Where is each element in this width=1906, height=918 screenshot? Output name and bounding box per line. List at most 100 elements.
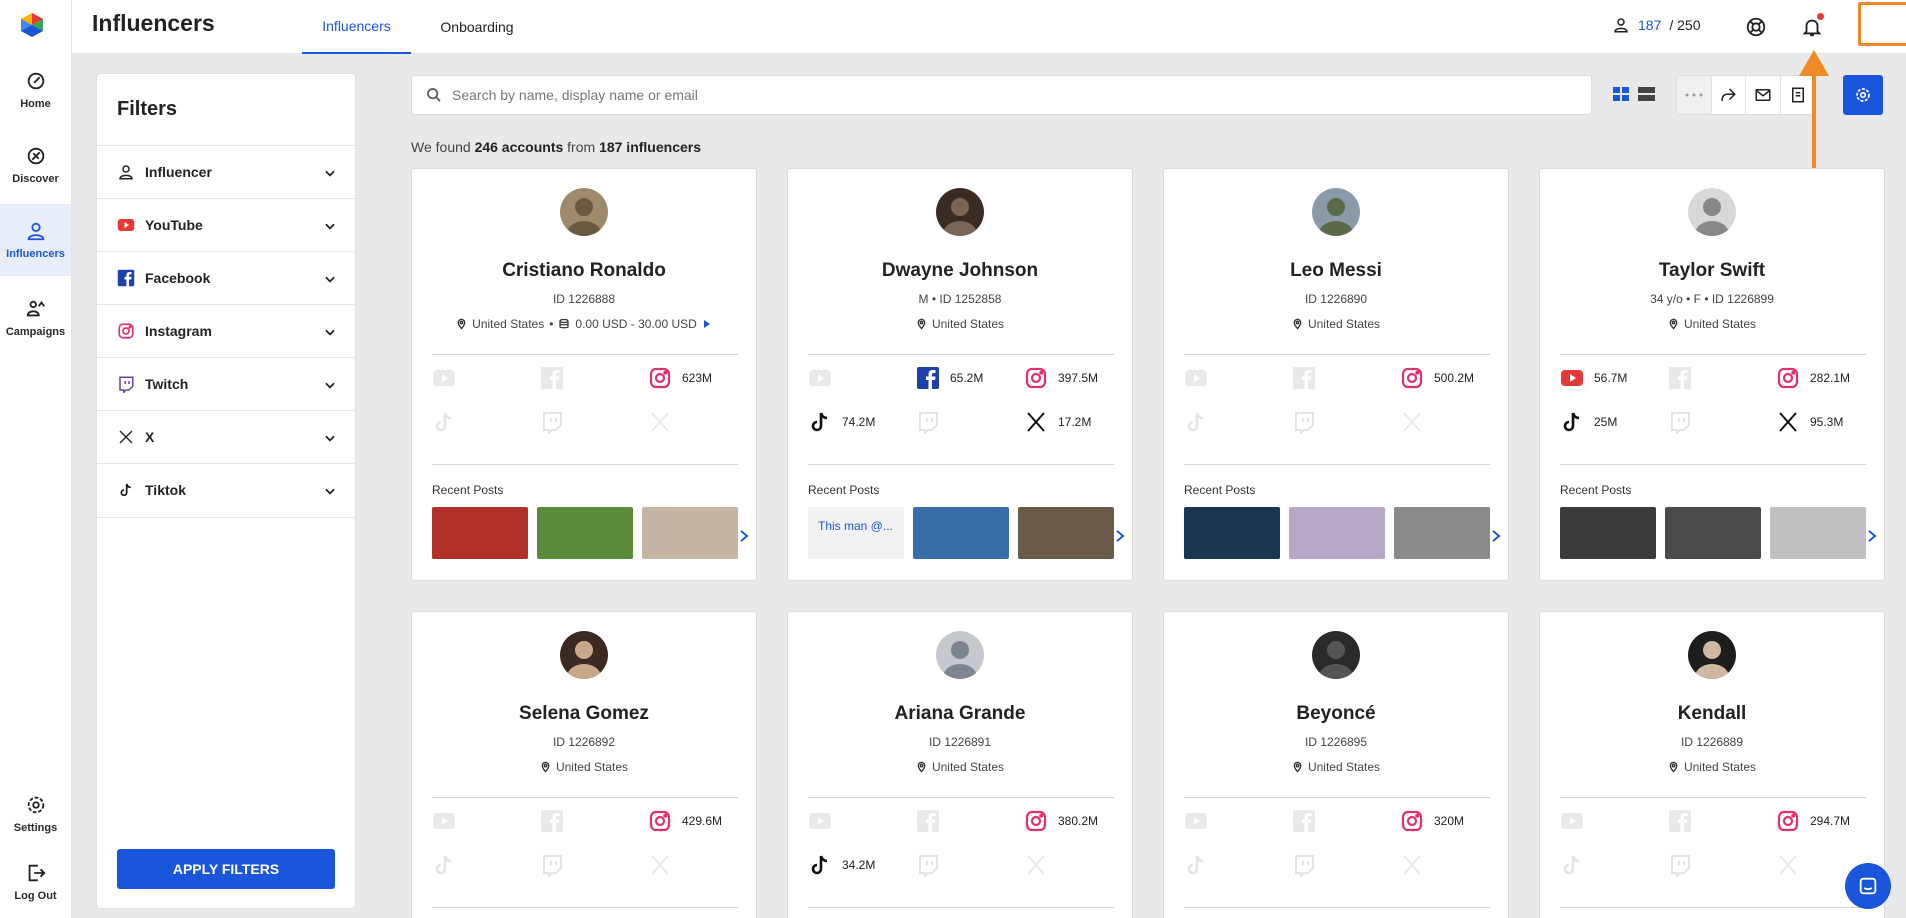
stat-tiktok[interactable]: 25M [1560,410,1617,434]
chat-button[interactable] [1845,863,1891,909]
x-icon [1779,412,1797,432]
filter-instagram[interactable]: Instagram [97,304,355,357]
more-button[interactable] [1677,76,1712,114]
stat-x [1400,853,1424,877]
post-thumbnail[interactable] [537,507,633,559]
nav-campaigns-label: Campaigns [5,326,66,338]
post-thumbnail[interactable] [913,507,1009,559]
post-thumbnail[interactable] [1394,507,1490,559]
filter-influencer[interactable]: Influencer [97,145,355,198]
app-logo[interactable] [19,12,45,38]
influencer-card[interactable]: Taylor Swift 34 y/o • F • ID 1226899 Uni… [1539,168,1885,581]
stat-tiktok [1560,853,1584,877]
stat-x[interactable]: 95.3M [1776,410,1843,434]
influencer-card[interactable]: Ariana Grande ID 1226891 United States 3… [787,611,1133,918]
stat-tiktok [432,410,456,434]
post-thumbnail[interactable] [642,507,738,559]
twitch-icon [543,412,562,434]
influencer-card[interactable]: Leo Messi ID 1226890 United States 500.2… [1163,168,1509,581]
stat-instagram[interactable]: 320M [1400,809,1464,833]
stat-facebook[interactable]: 65.2M [916,366,983,390]
stat-instagram[interactable]: 380.2M [1024,809,1098,833]
twitch-icon [543,855,562,877]
nav-settings[interactable]: Settings [0,778,71,850]
caret-right-icon[interactable] [702,319,712,329]
nav-discover[interactable]: Discover [0,129,71,201]
filter-label: YouTube [145,217,203,233]
share-icon [1721,88,1737,102]
filter-tiktok[interactable]: Tiktok [97,463,355,516]
post-thumbnail[interactable] [1184,507,1280,559]
filter-youtube[interactable]: YouTube [97,198,355,251]
post-thumbnail[interactable] [1018,507,1114,559]
influencer-card[interactable]: Dwayne Johnson M • ID 1252858 United Sta… [787,168,1133,581]
avatar [560,188,608,236]
stat-youtube-value: 56.7M [1594,371,1628,385]
stat-instagram-value: 397.5M [1058,371,1099,385]
nav-influencers[interactable]: Influencers [0,204,71,276]
tab-onboarding[interactable]: Onboarding [422,0,532,54]
recent-posts [432,507,738,559]
mail-icon [1755,89,1771,101]
nav-influencers-label: Influencers [6,248,65,260]
stat-x[interactable]: 17.2M [1024,410,1091,434]
facebook-icon [917,810,939,832]
stat-instagram[interactable]: 282.1M [1776,366,1850,390]
search-input[interactable] [452,87,1552,103]
stat-instagram[interactable]: 500.2M [1400,366,1474,390]
share-button[interactable] [1712,76,1747,114]
quota-total: / 250 [1669,17,1701,33]
quota-counter: 187 / 250 [1612,16,1701,34]
help-button[interactable] [1742,13,1770,41]
export-button[interactable] [1781,76,1815,114]
stat-tiktok-value: 25M [1594,415,1618,429]
stat-tiktok[interactable]: 74.2M [808,410,875,434]
location-pin-icon [1669,761,1678,773]
chevron-right-icon[interactable] [1114,529,1126,543]
stat-instagram[interactable]: 429.6M [648,809,722,833]
stat-instagram-value: 500.2M [1434,371,1475,385]
grid-view-icon[interactable] [1612,84,1632,104]
filter-twitch[interactable]: Twitch [97,357,355,410]
chevron-right-icon[interactable] [1866,529,1878,543]
stat-youtube[interactable]: 56.7M [1560,366,1627,390]
chevron-right-icon[interactable] [738,529,750,543]
nav-logout[interactable]: Log Out [0,846,71,918]
influencer-card[interactable]: Selena Gomez ID 1226892 United States 42… [411,611,757,918]
influencer-card[interactable]: Kendall ID 1226889 United States 294.7M [1539,611,1885,918]
location-pin-icon [457,318,466,330]
apply-filters-button[interactable]: APPLY FILTERS [117,849,335,889]
influencer-name: Kendall [1677,703,1747,724]
list-view-icon[interactable] [1637,84,1657,104]
nav-home[interactable]: Home [0,54,71,126]
influencer-card[interactable]: Cristiano Ronaldo ID 1226888 United Stat… [411,168,757,581]
location-pin-icon [917,761,926,773]
nav-campaigns[interactable]: Campaigns [0,282,71,354]
tiktok-icon [1563,855,1580,875]
post-thumbnail[interactable]: This man @... [808,507,904,559]
post-thumbnail[interactable] [432,507,528,559]
youtube-icon [1185,370,1207,386]
post-thumbnail[interactable] [1770,507,1866,559]
stat-instagram-value: 380.2M [1058,814,1099,828]
view-settings-button[interactable] [1843,75,1883,115]
influencer-name: Cristiano Ronaldo [502,260,666,281]
notifications-button[interactable] [1798,13,1826,41]
stat-instagram[interactable]: 397.5M [1024,366,1098,390]
chevron-right-icon[interactable] [1490,529,1502,543]
influencer-card[interactable]: Beyoncé ID 1226895 United States 320M [1163,611,1509,918]
results-prefix: We found [411,139,471,155]
page-title: Influencers [92,10,215,36]
post-thumbnail[interactable] [1560,507,1656,559]
x-icon [1779,855,1797,875]
stat-instagram[interactable]: 623M [648,366,712,390]
stat-tiktok[interactable]: 34.2M [808,853,875,877]
email-button[interactable] [1746,76,1781,114]
stat-x [1024,853,1048,877]
filter-x[interactable]: X [97,410,355,463]
filter-facebook[interactable]: Facebook [97,251,355,304]
tab-influencers[interactable]: Influencers [302,0,411,54]
post-thumbnail[interactable] [1289,507,1385,559]
post-thumbnail[interactable] [1665,507,1761,559]
stat-instagram[interactable]: 294.7M [1776,809,1850,833]
